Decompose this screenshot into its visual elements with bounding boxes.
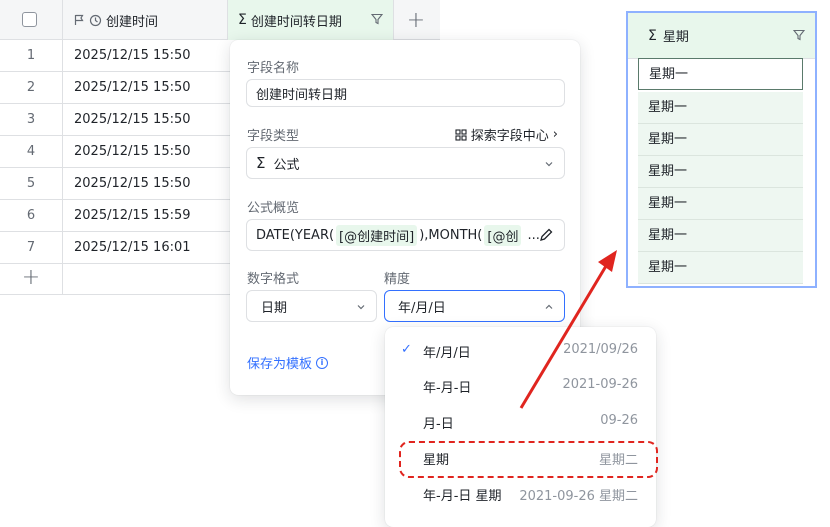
precision-option-weekday[interactable]: 星期 星期二 (385, 439, 656, 475)
chevron-right-icon: › (552, 127, 558, 142)
row-index: 4 (0, 136, 63, 167)
add-row-button[interactable]: + (0, 263, 63, 294)
row-index: 6 (0, 200, 63, 231)
table-row[interactable]: 2 2025/12/15 15:50 (0, 72, 230, 104)
sigma-icon: Σ (648, 27, 657, 44)
add-row[interactable]: + (0, 263, 230, 295)
filter-icon[interactable] (371, 13, 383, 25)
precision-option[interactable]: 年-月-日 星期 2021-09-26 星期二 (385, 475, 656, 511)
chevron-up-icon (545, 304, 553, 309)
number-format-value: 日期 (261, 300, 288, 316)
table-row[interactable]: 7 2025/12/15 16:01 (0, 232, 230, 264)
created-time-cell[interactable]: 2025/12/15 15:50 (74, 72, 191, 103)
row-index: 2 (0, 72, 63, 103)
precision-option[interactable]: 月-日 09-26 (385, 403, 656, 439)
option-name: 月-日 (423, 417, 454, 432)
filter-icon[interactable] (793, 29, 805, 41)
preview-cell[interactable]: 星期一 (638, 92, 803, 124)
preview-header-label: 星期 (662, 30, 689, 45)
add-column-button[interactable]: + (396, 0, 436, 40)
chevron-down-icon (545, 162, 553, 167)
option-name: 年-月-日 星期 (423, 489, 502, 504)
number-format-select[interactable]: 日期 (246, 290, 377, 322)
preview-cell[interactable]: 星期一 (638, 220, 803, 252)
row-index: 3 (0, 104, 63, 135)
select-all-checkbox[interactable] (22, 12, 37, 27)
created-time-cell[interactable]: 2025/12/15 16:01 (74, 232, 191, 263)
precision-select[interactable]: 年/月/日 (384, 290, 565, 322)
column-header-formula[interactable]: Σ 创建时间转日期 (228, 0, 394, 40)
explore-field-center-link[interactable]: 探索字段中心 › (455, 125, 558, 144)
number-format-label: 数字格式 (247, 272, 300, 287)
formula-label: 公式概览 (247, 201, 300, 216)
row-index: 1 (0, 40, 63, 71)
created-time-cell[interactable]: 2025/12/15 15:50 (74, 40, 191, 71)
preview-column-header[interactable]: Σ 星期 (628, 13, 815, 59)
preview-cell[interactable]: 星期一 (638, 252, 803, 284)
field-type-value: 公式 (273, 157, 300, 173)
column-header-created-time[interactable]: 创建时间 (63, 0, 228, 40)
option-name: 星期 (423, 453, 450, 468)
created-time-cell[interactable]: 2025/12/15 15:59 (74, 200, 191, 231)
option-example: 2021-09-26 星期二 (519, 489, 638, 504)
select-all-cell (0, 0, 63, 40)
save-template-label: 保存为模板 (247, 357, 313, 372)
row-index: 7 (0, 232, 63, 263)
table-row[interactable]: 1 2025/12/15 15:50 (0, 40, 230, 72)
row-index: 5 (0, 168, 63, 199)
option-example: 2021/09/26 (563, 342, 638, 357)
sigma-icon: Σ (238, 12, 247, 28)
sigma-icon: Σ (256, 154, 266, 172)
edit-pencil-icon[interactable] (538, 227, 554, 243)
table-row[interactable]: 6 2025/12/15 15:59 (0, 200, 230, 232)
formula-field-tag: [@创建时间] (336, 224, 418, 246)
grid-header: 创建时间 Σ 创建时间转日期 + (0, 0, 440, 40)
chevron-down-icon (357, 305, 365, 310)
flag-icon (74, 14, 84, 25)
field-name-input[interactable]: 创建时间转日期 (246, 79, 565, 107)
option-name: 年/月/日 (423, 346, 471, 361)
option-example: 09-26 (600, 413, 638, 428)
precision-dropdown: ✓ 年/月/日 2021/09/26 年-月-日 2021-09-26 月-日 … (385, 327, 656, 527)
preview-cell[interactable]: 星期一 (638, 124, 803, 156)
formula-text: DATE(YEAR( (256, 227, 335, 243)
table-row[interactable]: 4 2025/12/15 15:50 (0, 136, 230, 168)
precision-value: 年/月/日 (398, 300, 446, 316)
column-header-label: 创建时间 (106, 14, 159, 30)
precision-option[interactable]: 年-月-日 2021-09-26 (385, 367, 656, 403)
field-type-label: 字段类型 (247, 129, 300, 144)
formula-field-tag: [@创 (484, 224, 522, 246)
formula-text: ),MONTH( (419, 227, 483, 243)
preview-cell[interactable]: 星期一 (638, 58, 803, 90)
table-row[interactable]: 5 2025/12/15 15:50 (0, 168, 230, 200)
field-name-label: 字段名称 (247, 61, 300, 76)
precision-option[interactable]: ✓ 年/月/日 2021/09/26 (385, 332, 656, 368)
created-time-cell[interactable]: 2025/12/15 15:50 (74, 168, 191, 199)
info-icon: i (316, 356, 329, 369)
option-example: 星期二 (598, 453, 638, 468)
formula-preview-box[interactable]: DATE(YEAR( [@创建时间] ),MONTH( [@创 ... (246, 219, 565, 251)
check-icon: ✓ (401, 342, 412, 357)
option-example: 2021-09-26 (562, 377, 638, 392)
save-as-template-link[interactable]: 保存为模板 i (247, 353, 329, 372)
preview-cell[interactable]: 星期一 (638, 188, 803, 220)
grid-icon (455, 128, 467, 141)
preview-cell[interactable]: 星期一 (638, 156, 803, 188)
option-name: 年-月-日 (423, 381, 472, 396)
field-type-select[interactable]: Σ 公式 (246, 147, 565, 179)
created-time-cell[interactable]: 2025/12/15 15:50 (74, 136, 191, 167)
result-preview: Σ 星期 星期一 星期一 星期一 星期一 星期一 星期一 星期一 (626, 11, 817, 288)
clock-icon (89, 14, 102, 26)
explore-label: 探索字段中心 (470, 129, 549, 144)
precision-label: 精度 (384, 272, 411, 287)
column-header-label: 创建时间转日期 (250, 14, 342, 30)
table-row[interactable]: 3 2025/12/15 15:50 (0, 104, 230, 136)
created-time-cell[interactable]: 2025/12/15 15:50 (74, 104, 191, 135)
